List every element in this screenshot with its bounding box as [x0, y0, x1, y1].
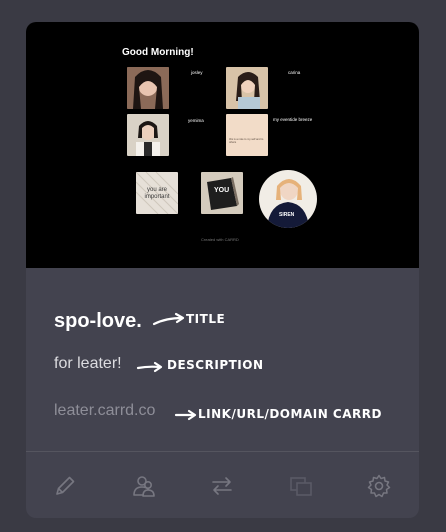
site-preview[interactable]: Good Morning! josley carina yemima this …	[26, 22, 419, 268]
preview-greeting: Good Morning!	[122, 47, 194, 58]
edit-button[interactable]	[51, 472, 79, 500]
description-arrow-icon	[136, 361, 163, 373]
title-annotation: TITLE	[186, 312, 226, 326]
card-toolbar	[26, 452, 419, 518]
preview-book: YOU	[201, 172, 243, 214]
site-title[interactable]: spo-love.	[54, 310, 142, 333]
site-description: for leater!	[54, 355, 122, 372]
title-arrow-icon	[152, 312, 185, 326]
preview-circle-text: SIREN	[279, 212, 295, 218]
preview-book-text: YOU	[214, 187, 230, 194]
url-annotation: LINK/URL/DOMAIN CARRD	[198, 407, 382, 421]
pencil-icon	[56, 476, 75, 495]
site-url[interactable]: leater.carrd.co	[54, 402, 155, 420]
duplicate-icon	[290, 477, 312, 496]
preview-name-yemima: yemima	[188, 118, 204, 123]
preview-photo-carina	[226, 67, 268, 109]
swap-icon	[212, 477, 232, 495]
transfer-button[interactable]	[208, 472, 236, 500]
description-annotation: DESCRIPTION	[167, 358, 264, 372]
users-icon	[133, 476, 155, 497]
preview-photo-yemima	[127, 114, 169, 156]
share-button[interactable]	[130, 472, 158, 500]
preview-sticker: you are important	[136, 172, 178, 214]
gear-icon	[367, 474, 391, 498]
preview-name-josley: josley	[191, 70, 203, 75]
preview-circle-avatar: SIREN	[259, 170, 317, 228]
preview-note-text: this is a note to my self and to others	[229, 138, 264, 144]
duplicate-button[interactable]	[287, 472, 315, 500]
preview-name-eventide: my eventide breeze	[273, 117, 313, 122]
site-info: spo-love. TITLE for leater! DESCRIPTION …	[26, 268, 419, 451]
preview-note-card: this is a note to my self and to others	[226, 114, 268, 156]
site-card: Good Morning! josley carina yemima this …	[26, 22, 419, 518]
url-arrow-icon	[174, 409, 197, 421]
settings-button[interactable]	[365, 472, 393, 500]
preview-name-carina: carina	[288, 70, 301, 75]
preview-footer: Created with CARRD	[201, 237, 239, 242]
preview-photo-josley	[127, 67, 169, 109]
preview-sticker-text: you are important	[144, 187, 170, 200]
